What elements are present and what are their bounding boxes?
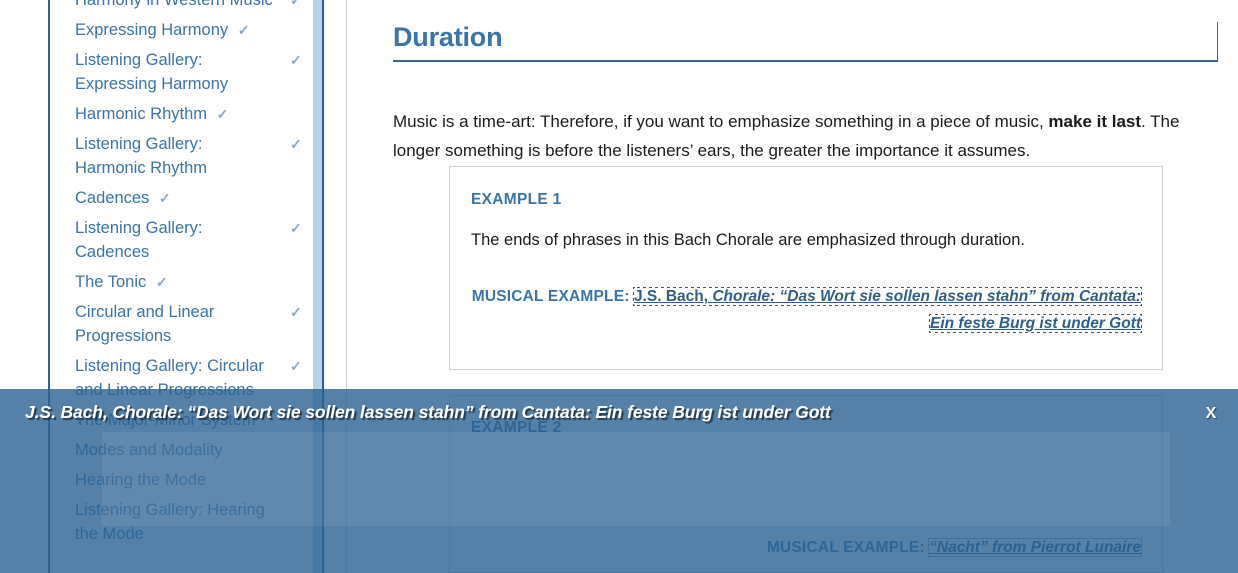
example-1-description: The ends of phrases in this Bach Chorale… [471, 231, 1025, 249]
audio-player-panel [102, 432, 1170, 526]
audio-player-title: J.S. Bach, Chorale: “Das Wort sie sollen… [25, 402, 831, 422]
example-1-musical-example-row: MUSICAL EXAMPLE: J.S. Bach, Chorale: “Da… [471, 283, 1143, 337]
musical-example-label: MUSICAL EXAMPLE: [471, 288, 630, 305]
intro-text-emphasis: make it last [1048, 112, 1142, 131]
sidebar-item-harmonic-rhythm[interactable]: Harmonic Rhythm ✓ [75, 102, 275, 132]
sidebar-item-label: Harmony in Western Music [75, 0, 273, 9]
musical-example-link-title: Chorale: “Das Wort sie sollen lassen sta… [712, 288, 1141, 332]
example-1-title: EXAMPLE 1 [471, 191, 562, 208]
audio-player-overlay: J.S. Bach, Chorale: “Das Wort sie sollen… [0, 389, 1238, 573]
page-title: Duration [393, 22, 503, 52]
intro-paragraph: Music is a time-art: Therefore, if you w… [393, 107, 1201, 165]
sidebar-item-label: Listening Gallery: Harmonic Rhythm [75, 135, 208, 177]
check-icon: ✓ [290, 358, 302, 374]
close-icon[interactable]: X [1200, 402, 1222, 426]
sidebar-item-label: Circular and Linear Progressions [75, 303, 215, 345]
sidebar-item-label: Harmonic Rhythm [75, 105, 208, 123]
sidebar-item-expressing-harmony[interactable]: Expressing Harmony ✓ [75, 18, 275, 48]
musical-example-link-prefix: J.S. Bach, [633, 288, 713, 305]
page-title-wrapper: Duration [393, 22, 1218, 62]
check-icon: ✓ [155, 274, 168, 290]
sidebar-item-label: Expressing Harmony [75, 21, 229, 39]
sidebar-item-listening-gallery-expressing-harmony[interactable]: Listening Gallery: Expressing Harmony ✓ [75, 48, 302, 102]
sidebar-item-circular-and-linear-progressions[interactable]: Circular and Linear Progressions ✓ [75, 300, 302, 354]
sidebar-item-cadences[interactable]: Cadences ✓ [75, 186, 275, 216]
check-icon: ✓ [290, 304, 302, 320]
check-icon: ✓ [290, 52, 302, 68]
musical-example-link[interactable]: J.S. Bach, Chorale: “Das Wort sie sollen… [632, 287, 1143, 333]
sidebar-item-listening-gallery-harmonic-rhythm[interactable]: Listening Gallery: Harmonic Rhythm ✓ [75, 132, 302, 186]
sidebar-item-label: Listening Gallery: Expressing Harmony [75, 51, 229, 93]
sidebar-item-label: The Tonic [75, 273, 147, 291]
intro-text-part1: Music is a time-art: Therefore, if you w… [393, 112, 1049, 131]
check-icon: ✓ [290, 220, 302, 236]
check-icon: ✓ [290, 0, 302, 8]
check-icon: ✓ [158, 190, 171, 206]
sidebar-item-harmony-in-western-music[interactable]: Harmony in Western Music ✓ [75, 0, 302, 18]
example-1-box: EXAMPLE 1 The ends of phrases in this Ba… [449, 166, 1163, 370]
sidebar-item-label: Listening Gallery: Cadences [75, 219, 203, 261]
check-icon: ✓ [237, 22, 250, 38]
sidebar-item-listening-gallery-cadences[interactable]: Listening Gallery: Cadences ✓ [75, 216, 302, 270]
check-icon: ✓ [216, 106, 229, 122]
check-icon: ✓ [290, 136, 302, 152]
sidebar-item-the-tonic[interactable]: The Tonic ✓ [75, 270, 275, 300]
sidebar-item-label: Cadences [75, 189, 150, 207]
application-window: Harmony in Western Music ✓ Expressing Ha… [0, 0, 1238, 573]
